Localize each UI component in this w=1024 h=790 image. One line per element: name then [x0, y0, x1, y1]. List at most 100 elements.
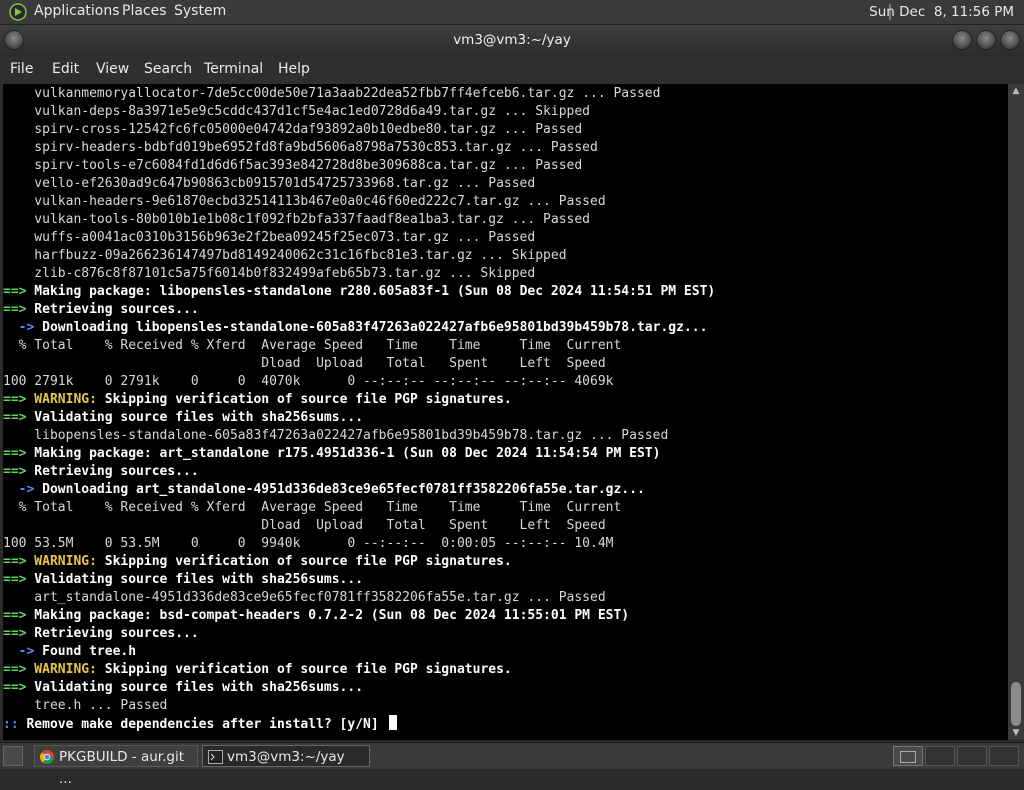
terminal-scrollbar[interactable]: ▲ ▼ [1008, 84, 1024, 740]
terminal-line: ==> Making package: bsd-compat-headers 0… [3, 607, 629, 625]
menu-terminal[interactable]: Terminal [204, 61, 263, 77]
line-prefix: ==> [3, 680, 27, 695]
terminal-line: Dload Upload Total Spent Left Speed [3, 356, 606, 371]
line-prefix: ==> [3, 464, 27, 479]
line-prefix: -> [3, 644, 35, 659]
line-text: Found tree.h [34, 644, 137, 659]
menu-search[interactable]: Search [144, 61, 192, 77]
line-text: Retrieving sources... [26, 464, 199, 479]
workspace-switcher-1[interactable] [893, 746, 923, 766]
terminal-line: ==> Validating source files with sha256s… [3, 409, 363, 427]
terminal-line: vulkanmemoryallocator-7de5cc00de50e71a3a… [3, 86, 661, 101]
line-text: Making package: libopensles-standalone r… [26, 284, 716, 299]
terminal-line: Dload Upload Total Spent Left Speed [3, 518, 606, 533]
terminal-line: 100 2791k 0 2791k 0 0 4070k 0 --:--:-- -… [3, 374, 614, 389]
terminal-line: vulkan-headers-9e61870ecbd32514113b467e0… [3, 194, 606, 209]
terminal-line: ==> WARNING: Skipping verification of so… [3, 554, 512, 569]
applications-menu-icon[interactable] [9, 3, 27, 21]
terminal-line: zlib-c876c8f87101c5a75f6014b0f832499afeb… [3, 266, 536, 281]
terminal-line: ==> Making package: libopensles-standalo… [3, 283, 715, 301]
line-prefix: ==> [3, 284, 27, 299]
places-menu[interactable]: Places [122, 3, 167, 19]
terminal-line: -> Found tree.h [3, 643, 136, 661]
line-prefix: ==> [3, 626, 27, 641]
clock[interactable]: Sun Dec 8, 11:56 PM [869, 4, 1014, 20]
line-prefix: ==> [3, 392, 27, 407]
line-text: Downloading libopensles-standalone-605a8… [34, 320, 708, 335]
taskbar-item-pkgbuild[interactable]: PKGBUILD - aur.git ... [34, 745, 198, 787]
line-prefix: ==> [3, 608, 27, 623]
minimize-button[interactable] [952, 30, 972, 50]
terminal-line: libopensles-standalone-605a83f47263a0224… [3, 428, 669, 443]
line-text: Validating source files with sha256sums.… [26, 572, 364, 587]
terminal-line: harfbuzz-09a266236147497bd8149240062c31c… [3, 248, 567, 263]
line-prefix: ==> [3, 446, 27, 461]
line-text: Skipping verification of source file PGP… [96, 554, 512, 569]
taskbar: PKGBUILD - aur.git ... vm3@vm3:~/yay [0, 742, 1024, 787]
scroll-thumb[interactable] [1011, 682, 1021, 726]
line-prefix: -> [3, 320, 35, 335]
line-prefix: -> [3, 482, 35, 497]
maximize-button[interactable] [976, 30, 996, 50]
terminal-line: -> Downloading libopensles-standalone-60… [3, 319, 708, 337]
terminal-line: spirv-headers-bdbfd019be6952fd8fa9bd5606… [3, 140, 598, 155]
terminal-line: ==> Retrieving sources... [3, 625, 199, 643]
window-titlebar[interactable]: vm3@vm3:~/yay [0, 25, 1024, 56]
menu-view[interactable]: View [96, 61, 129, 77]
menu-edit[interactable]: Edit [52, 61, 79, 77]
terminal-line: vulkan-tools-80b010b1e1b08c1f092fb2bfa33… [3, 212, 590, 227]
taskbar-item-label: PKGBUILD - aur.git ... [59, 749, 184, 787]
scroll-up-arrow-icon[interactable]: ▲ [1008, 84, 1024, 98]
line-text: Remove make dependencies after install? … [26, 717, 387, 732]
terminal-line: ==> WARNING: Skipping verification of so… [3, 392, 512, 407]
line-prefix: ==> [3, 554, 27, 569]
terminal-output[interactable]: vulkanmemoryallocator-7de5cc00de50e71a3a… [3, 84, 1008, 740]
taskbar-item-terminal[interactable]: vm3@vm3:~/yay [202, 745, 370, 767]
show-desktop-icon[interactable] [3, 746, 23, 766]
system-menu[interactable]: System [174, 3, 226, 19]
terminal-line: art_standalone-4951d336de83ce9e65fecf078… [3, 590, 606, 605]
terminal-line: ==> WARNING: Skipping verification of so… [3, 662, 512, 677]
line-prefix: ==> [3, 572, 27, 587]
line-text: Validating source files with sha256sums.… [26, 410, 364, 425]
line-prefix: ==> [3, 662, 27, 677]
workspace-switcher-2[interactable] [925, 746, 955, 766]
applications-menu[interactable]: Applications [34, 3, 120, 19]
line-text: Skipping verification of source file PGP… [96, 662, 512, 677]
line-text: Making package: bsd-compat-headers 0.7.2… [26, 608, 630, 623]
menubar: File Edit View Search Terminal Help [0, 56, 1024, 84]
scroll-down-arrow-icon[interactable]: ▼ [1008, 726, 1024, 740]
terminal-line: % Total % Received % Xferd Average Speed… [3, 500, 622, 515]
line-text: Skipping verification of source file PGP… [96, 392, 512, 407]
line-prefix: ==> [3, 302, 27, 317]
taskbar-item-label: vm3@vm3:~/yay [227, 749, 345, 765]
top-panel: Applications Places System Sun Dec 8, 11… [0, 0, 1024, 25]
line-text: Downloading art_standalone-4951d336de83c… [34, 482, 645, 497]
close-button[interactable] [1000, 30, 1020, 50]
chrome-icon [40, 750, 54, 764]
terminal-line: -> Downloading art_standalone-4951d336de… [3, 481, 645, 499]
line-prefix: ==> [3, 410, 27, 425]
terminal-line: ==> Validating source files with sha256s… [3, 679, 363, 697]
workspace-switcher-4[interactable] [989, 746, 1019, 766]
line-text: Retrieving sources... [26, 302, 199, 317]
menu-file[interactable]: File [10, 61, 33, 77]
terminal-line: tree.h ... Passed [3, 698, 168, 713]
menu-help[interactable]: Help [278, 61, 310, 77]
terminal-line: vello-ef2630ad9c647b90863cb0915701d54725… [3, 176, 536, 191]
line-prefix: :: [3, 717, 27, 732]
terminal-line: ==> Retrieving sources... [3, 463, 199, 481]
workspace-switcher-3[interactable] [957, 746, 987, 766]
terminal-cursor [388, 715, 397, 730]
line-text: Retrieving sources... [26, 626, 199, 641]
terminal-line: wuffs-a0041ac0310b3156b963e2f2bea09245f2… [3, 230, 536, 245]
terminal-line: :: Remove make dependencies after instal… [3, 715, 397, 733]
terminal-line: ==> Validating source files with sha256s… [3, 571, 363, 589]
terminal-icon [208, 750, 223, 764]
line-text: Making package: art_standalone r175.4951… [26, 446, 661, 461]
line-text: Validating source files with sha256sums.… [26, 680, 364, 695]
terminal-line: ==> Making package: art_standalone r175.… [3, 445, 660, 463]
terminal-line: 100 53.5M 0 53.5M 0 0 9940k 0 --:--:-- 0… [3, 536, 614, 551]
terminal-line: vulkan-deps-8a3971e5e9c5cddc437d1cf5e4ac… [3, 104, 590, 119]
window-title: vm3@vm3:~/yay [453, 32, 571, 48]
